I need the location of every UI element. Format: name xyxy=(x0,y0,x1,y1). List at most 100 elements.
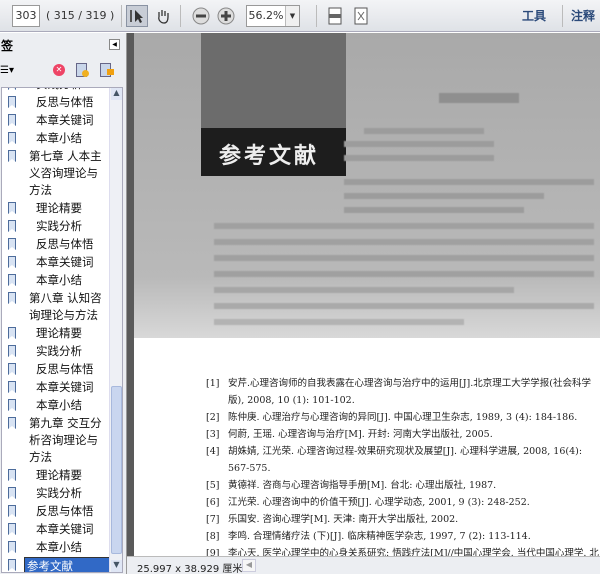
reference-text: 安芹.心理咨询师的自我表露在心理咨询与治疗中的运用[J].北京理工大学学报(社会… xyxy=(228,378,591,406)
bookmark-item[interactable]: 第八章 认知咨询理论与方法 xyxy=(2,290,110,324)
document-view[interactable]: 参考文献 [1] 安芹.心理咨询师的自我表露在心理咨询与治疗中的运用[J].北京理… xyxy=(127,33,600,556)
collapse-panel-button[interactable]: ◀ xyxy=(109,39,120,50)
bookmark-label: 本章关键词 xyxy=(36,255,94,269)
bookmark-item[interactable]: 本章关键词 xyxy=(2,112,110,129)
divider xyxy=(121,5,122,27)
reference-number: [8] xyxy=(206,531,220,542)
bookmarks-panel: 签◀ ☰▾ ✕ 实践分析反思与体悟本章关键词本章小结第七章 人本主义咨询理论与方… xyxy=(0,33,127,574)
reference-number: [5] xyxy=(206,480,220,491)
zoom-select[interactable]: 56.2% ▼ xyxy=(246,5,300,27)
divider xyxy=(180,5,181,27)
bookmark-label: 本章关键词 xyxy=(36,380,94,394)
bookmark-item[interactable]: 实践分析 xyxy=(2,88,110,93)
select-tool-button[interactable] xyxy=(126,5,148,27)
bookmark-label: 实践分析 xyxy=(36,219,82,233)
scroll-up-icon[interactable]: ▲ xyxy=(111,88,122,100)
bookmark-label: 第七章 人本主义咨询理论与方法 xyxy=(29,149,102,197)
fit-width-button[interactable] xyxy=(324,5,346,27)
bookmark-item[interactable]: 理论精要 xyxy=(2,200,110,217)
hand-tool-button[interactable] xyxy=(152,5,174,27)
bookmark-label: 反思与体悟 xyxy=(36,95,94,109)
pdf-page: 参考文献 [1] 安芹.心理咨询师的自我表露在心理咨询与治疗中的运用[J].北京理… xyxy=(134,33,600,556)
bookmark-item[interactable]: 第七章 人本主义咨询理论与方法 xyxy=(2,148,110,199)
bookmark-item[interactable]: 本章关键词 xyxy=(2,379,110,396)
reference-item: [1] 安芹.心理咨询师的自我表露在心理咨询与治疗中的运用[J].北京理工大学学报… xyxy=(206,375,600,409)
reference-text: 胡姝婧, 江光荣. 心理咨询过程-效果研究现状及展望[J]. 心理科学进展, 2… xyxy=(228,446,583,474)
bookmark-icon xyxy=(8,238,16,250)
bookmark-item[interactable]: 实践分析 xyxy=(2,218,110,235)
page-size: 25.997 x 38.929 厘米 xyxy=(137,564,243,575)
fit-page-icon xyxy=(354,7,368,25)
bookmark-icon xyxy=(8,363,16,375)
bookmark-icon xyxy=(8,292,16,304)
bookmark-item[interactable]: 反思与体悟 xyxy=(2,236,110,253)
bookmark-item[interactable]: 反思与体悟 xyxy=(2,94,110,111)
bookmark-icon xyxy=(8,381,16,393)
bookmark-icon xyxy=(8,469,16,481)
reference-item: [2] 陈仲庚. 心理治疗与心理咨询的异同[J]. 中国心理卫生杂志, 1989,… xyxy=(206,409,600,426)
bookmark-icon xyxy=(8,88,16,90)
hand-icon xyxy=(158,10,169,24)
scrollbar[interactable]: ▲ ▼ xyxy=(109,88,122,572)
bookmark-label: 实践分析 xyxy=(36,486,82,500)
bookmark-icon xyxy=(8,399,16,411)
bookmark-item[interactable]: 实践分析 xyxy=(2,343,110,360)
comment-link[interactable]: 注释 xyxy=(571,7,595,24)
bookmark-item[interactable]: 反思与体悟 xyxy=(2,361,110,378)
reference-text: 李心天. 医学心理学中的心身关系研究: 悟践疗法[M]//中国心理学会. 当代中… xyxy=(228,548,599,556)
bookmark-item[interactable]: 本章小结 xyxy=(2,539,110,556)
zoom-out-button[interactable] xyxy=(190,5,212,27)
expand-bookmark-icon[interactable] xyxy=(100,63,114,77)
reference-text: 陈仲庚. 心理治疗与心理咨询的异同[J]. 中国心理卫生杂志, 1989, 3 … xyxy=(228,412,578,423)
bookmark-icon xyxy=(8,345,16,357)
scroll-down-icon[interactable]: ▼ xyxy=(111,560,122,572)
reference-number: [7] xyxy=(206,514,220,525)
bookmark-icon xyxy=(8,487,16,499)
cursor-icon xyxy=(130,10,143,23)
bookmark-item[interactable]: 本章小结 xyxy=(2,397,110,414)
bookmark-item[interactable]: 本章小结 xyxy=(2,272,110,289)
bookmark-item[interactable]: 本章小结 xyxy=(2,130,110,147)
scroll-left-button[interactable]: ◀ xyxy=(242,559,256,572)
reference-number: [6] xyxy=(206,497,220,508)
divider xyxy=(316,5,317,27)
bookmark-item[interactable]: 第九章 交互分析咨询理论与方法 xyxy=(2,415,110,466)
scrollbar-thumb[interactable] xyxy=(111,386,122,554)
bookmark-label: 参考文献 xyxy=(24,557,120,572)
fit-page-button[interactable] xyxy=(350,5,372,27)
bookmark-item[interactable]: 理论精要 xyxy=(2,467,110,484)
zoom-in-button[interactable] xyxy=(215,5,237,27)
options-menu-button[interactable]: ☰▾ xyxy=(0,65,14,76)
bookmark-icon xyxy=(8,274,16,286)
bookmark-label: 本章小结 xyxy=(36,540,82,554)
bookmark-icon xyxy=(8,417,16,429)
toolbar: 303 ( 315 / 319 ) 56.2% ▼ 工具 注释 xyxy=(0,0,600,32)
bookmark-label: 第九章 交互分析咨询理论与方法 xyxy=(29,416,102,464)
bookmark-icon xyxy=(8,220,16,232)
bookmark-icon xyxy=(8,150,16,162)
tools-link[interactable]: 工具 xyxy=(522,7,546,24)
bookmark-item[interactable]: 理论精要 xyxy=(2,325,110,342)
delete-bookmark-icon[interactable]: ✕ xyxy=(53,64,65,76)
panel-title: 签 xyxy=(1,39,14,53)
divider xyxy=(562,5,563,27)
reference-item: [4] 胡姝婧, 江光荣. 心理咨询过程-效果研究现状及展望[J]. 心理科学进展… xyxy=(206,443,600,477)
bookmark-item[interactable]: 参考文献 xyxy=(2,557,120,572)
bookmark-list: 实践分析反思与体悟本章关键词本章小结第七章 人本主义咨询理论与方法理论精要实践分… xyxy=(1,87,123,573)
reference-text: 李鸣. 合理情绪疗法 (下)[J]. 临床精神医学杂志, 1997, 7 (2)… xyxy=(228,531,531,542)
reference-item: [5] 黄德祥. 咨商与心理咨询指导手册[M]. 台北: 心理出版社, 1987. xyxy=(206,477,600,494)
bookmark-item[interactable]: 本章关键词 xyxy=(2,521,110,538)
bookmark-icon xyxy=(8,256,16,268)
bookmark-item[interactable]: 实践分析 xyxy=(2,485,110,502)
bookmark-label: 反思与体悟 xyxy=(36,504,94,518)
bookmark-label: 理论精要 xyxy=(36,326,82,340)
new-bookmark-icon[interactable] xyxy=(76,63,89,77)
zoom-value: 56.2% xyxy=(248,9,284,22)
bookmark-icon xyxy=(8,114,16,126)
page-number-input[interactable]: 303 xyxy=(12,5,40,27)
bookmark-label: 本章小结 xyxy=(36,131,82,145)
bookmark-item[interactable]: 本章关键词 xyxy=(2,254,110,271)
bookmark-item[interactable]: 反思与体悟 xyxy=(2,503,110,520)
reference-list: [1] 安芹.心理咨询师的自我表露在心理咨询与治疗中的运用[J].北京理工大学学报… xyxy=(206,375,600,556)
reference-item: [3] 何蔚, 王瑶. 心理咨询与治疗[M]. 开封: 河南大学出版社, 2005… xyxy=(206,426,600,443)
